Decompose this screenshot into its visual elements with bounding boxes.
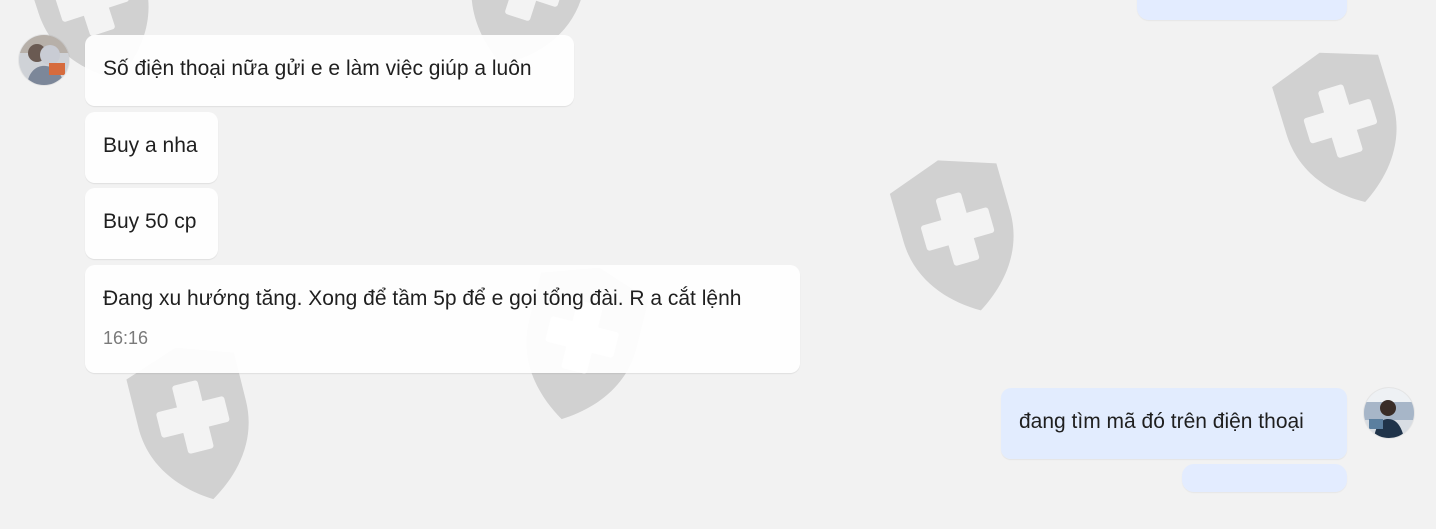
- contact-avatar[interactable]: [19, 35, 69, 85]
- incoming-message[interactable]: Buy 50 cp: [85, 188, 218, 259]
- message-text: Số điện thoại nữa gửi e e làm việc giúp …: [103, 57, 532, 80]
- outgoing-message-partial-top[interactable]: [1137, 0, 1347, 20]
- user-avatar[interactable]: [1364, 388, 1414, 438]
- message-text: Buy a nha: [103, 134, 198, 157]
- message-timestamp: 16:16: [103, 328, 149, 348]
- user-avatar-icon: [1364, 388, 1414, 438]
- incoming-message[interactable]: Buy a nha: [85, 112, 218, 183]
- incoming-message[interactable]: Số điện thoại nữa gửi e e làm việc giúp …: [85, 35, 574, 106]
- message-text: đang tìm mã đó trên điện thoại: [1019, 410, 1304, 433]
- outgoing-message-partial-bottom[interactable]: [1182, 464, 1347, 492]
- incoming-message[interactable]: Đang xu hướng tăng. Xong để tầm 5p để e …: [85, 265, 800, 373]
- user-avatar-icon: [19, 35, 69, 85]
- message-text: Buy 50 cp: [103, 210, 197, 233]
- chat-thread: Số điện thoại nữa gửi e e làm việc giúp …: [0, 0, 1436, 492]
- message-text: Đang xu hướng tăng. Xong để tầm 5p để e …: [103, 287, 742, 310]
- outgoing-message[interactable]: đang tìm mã đó trên điện thoại: [1001, 388, 1347, 459]
